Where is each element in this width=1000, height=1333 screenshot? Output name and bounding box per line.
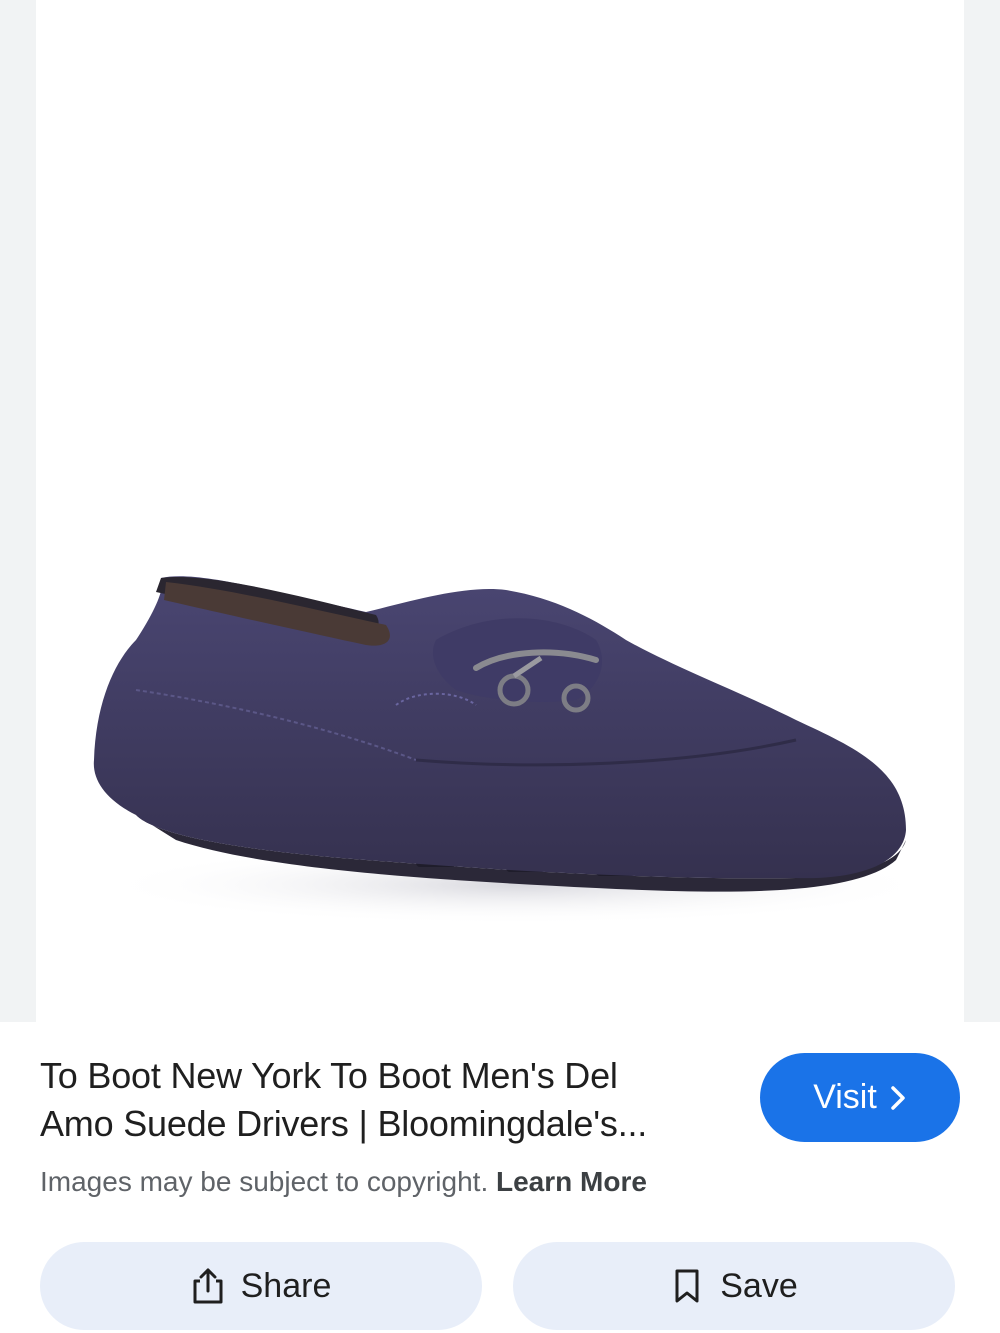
copyright-text: Images may be subject to copyright.	[40, 1166, 489, 1197]
copyright-notice: Images may be subject to copyright. Lear…	[40, 1164, 647, 1200]
result-title-line1: To Boot New York To Boot Men's Del	[40, 1055, 618, 1096]
result-info-panel: To Boot New York To Boot Men's Del Amo S…	[0, 1022, 1000, 1333]
chevron-right-icon	[891, 1085, 905, 1110]
learn-more-link[interactable]: Learn More	[496, 1166, 647, 1197]
visit-button-label: Visit	[813, 1078, 877, 1116]
share-button-label: Share	[240, 1266, 332, 1305]
result-title-line2: Amo Suede Drivers | Bloomingdale's...	[40, 1103, 648, 1144]
visit-button[interactable]: Visit	[760, 1053, 960, 1142]
share-button[interactable]: Share	[40, 1242, 482, 1330]
shoe-illustration	[93, 576, 936, 925]
image-viewer	[0, 0, 1000, 1022]
save-button[interactable]: Save	[513, 1242, 955, 1330]
bookmark-icon	[675, 1269, 699, 1303]
save-button-label: Save	[720, 1266, 798, 1305]
result-title[interactable]: To Boot New York To Boot Men's Del Amo S…	[40, 1052, 740, 1148]
share-icon	[193, 1268, 223, 1304]
product-image[interactable]	[36, 0, 964, 1022]
